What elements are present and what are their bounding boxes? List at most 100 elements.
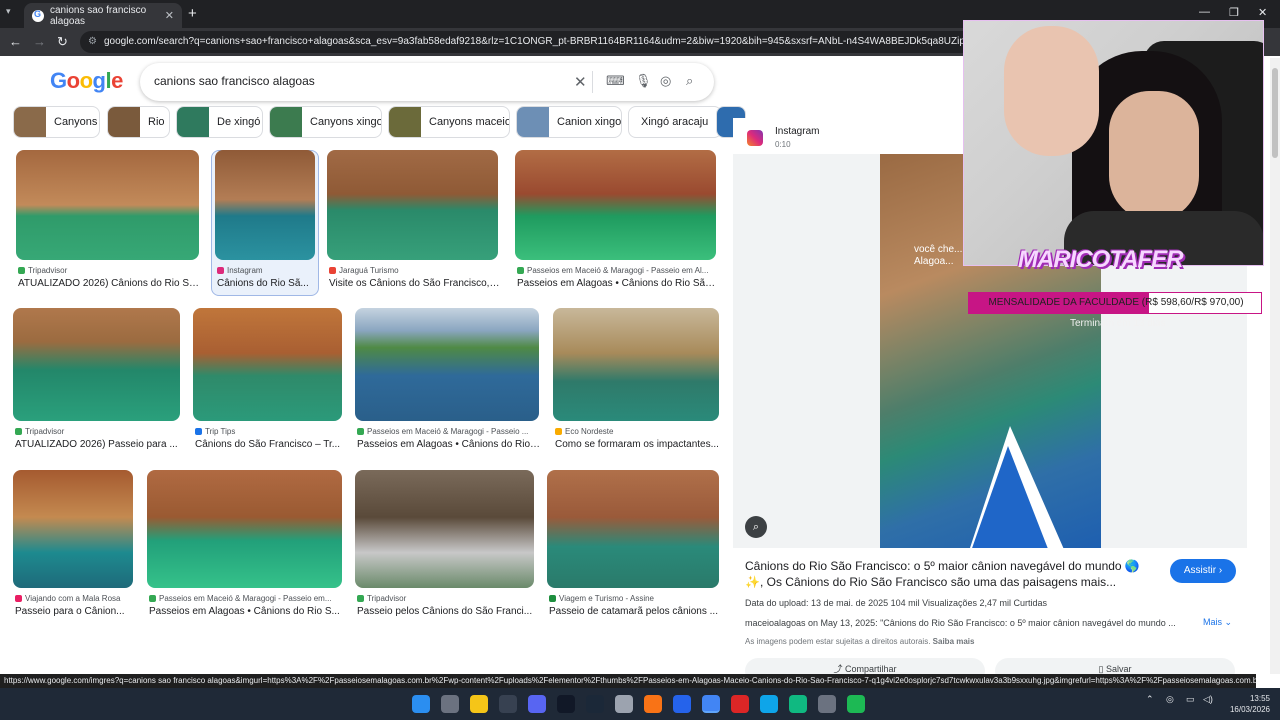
result-thumbnail[interactable]	[13, 470, 133, 588]
page-scrollbar[interactable]	[1270, 58, 1280, 674]
back-icon[interactable]: ←	[9, 34, 22, 49]
file-explorer-icon[interactable]	[470, 695, 488, 713]
result-thumbnail[interactable]	[327, 150, 498, 260]
result-source[interactable]: Viajando com a Mala Rosa	[15, 594, 135, 603]
new-tab-icon[interactable]: +	[188, 5, 197, 22]
opera-icon[interactable]	[731, 695, 749, 713]
start-icon[interactable]	[412, 695, 430, 713]
result-title[interactable]: Passeios em Alagoas • Cânions do Rio São…	[517, 278, 718, 289]
tab-list-icon[interactable]: ▾	[6, 6, 11, 17]
app-icon-green[interactable]	[789, 695, 807, 713]
volume-icon[interactable]: ◁)	[1203, 694, 1213, 705]
keyboard-icon[interactable]: ⌨	[606, 73, 625, 89]
result-thumbnail[interactable]	[553, 308, 719, 421]
chip-canyons-xingo[interactable]: Canyons xingo	[269, 106, 382, 138]
clear-search-icon[interactable]: ✕	[574, 73, 587, 91]
minimize-icon[interactable]: —	[1199, 6, 1210, 18]
search-input[interactable]: canions sao francisco alagoas	[154, 74, 315, 88]
result-title[interactable]: Como se formaram os impactantes...	[555, 439, 721, 450]
steam-icon[interactable]	[586, 695, 604, 713]
search-icon[interactable]: ⌕	[686, 73, 693, 89]
image-result-card[interactable]: Tripadvisor Passeio pelos Cânions do São …	[355, 470, 534, 624]
result-thumbnail[interactable]	[355, 308, 539, 421]
result-source[interactable]: Passeios em Maceió & Maragogi - Passeio …	[357, 427, 541, 436]
image-result-card[interactable]: Viagem e Turismo - Assine Passeio de cata…	[547, 470, 719, 624]
result-title[interactable]: ATUALIZADO 2026) Passeio para ...	[15, 439, 182, 450]
google-logo[interactable]: Google	[50, 68, 123, 94]
chip-rio[interactable]: Rio	[107, 106, 170, 138]
app-icon[interactable]	[499, 695, 517, 713]
result-source[interactable]: Passeios em Maceió & Maragogi - Passeio …	[149, 594, 344, 603]
watch-button[interactable]: Assistir ›	[1170, 559, 1236, 583]
result-source[interactable]: Trip Tips	[195, 427, 344, 436]
browser-tab[interactable]: canions sao francisco alagoas ✕	[24, 3, 182, 28]
app-icon-orange[interactable]	[644, 695, 662, 713]
tray-chevron-icon[interactable]: ⌃	[1146, 694, 1154, 705]
result-thumbnail[interactable]	[147, 470, 342, 588]
result-title[interactable]: ATUALIZADO 2026) Cânions do Rio São...	[18, 278, 201, 289]
image-result-card[interactable]: Passeios em Maceió & Maragogi - Passeio …	[355, 308, 541, 457]
result-source[interactable]: Tripadvisor	[18, 266, 201, 275]
chip-canion-xingo[interactable]: Canion xingo	[516, 106, 622, 138]
result-source[interactable]: Eco Nordeste	[555, 427, 721, 436]
result-thumbnail[interactable]	[13, 308, 180, 421]
image-result-card[interactable]: Instagram Cânions do Rio Sã...	[215, 150, 315, 296]
result-title[interactable]: Visite os Cânions do São Francisco, ...	[329, 278, 500, 289]
image-result-card[interactable]: Eco Nordeste Como se formaram os impactan…	[553, 308, 719, 457]
result-source[interactable]: Jaraguá Turismo	[329, 266, 500, 275]
result-title[interactable]: Passeio pelos Cânions do São Franci...	[357, 606, 536, 617]
image-result-card[interactable]: Passeios em Maceió & Maragogi - Passeio …	[147, 470, 342, 624]
chip-xingo-aracaju[interactable]: Xingó aracaju	[628, 106, 722, 138]
result-thumbnail[interactable]	[547, 470, 719, 588]
image-result-card[interactable]: Tripadvisor ATUALIZADO 2026) Cânions do R…	[16, 150, 201, 296]
result-title[interactable]: Passeio de catamarã pelos cânions ...	[549, 606, 721, 617]
chip-de-xingo[interactable]: De xingó	[176, 106, 263, 138]
result-thumbnail[interactable]	[16, 150, 199, 260]
app-icon-blue[interactable]	[673, 695, 691, 713]
spotify-icon[interactable]	[847, 695, 865, 713]
more-link[interactable]: Mais ⌄	[1203, 617, 1232, 628]
chrome-icon[interactable]	[702, 695, 720, 713]
discord-icon[interactable]	[528, 695, 546, 713]
panel-title[interactable]: Cânions do Rio São Francisco: o 5º maior…	[745, 558, 1155, 590]
result-thumbnail[interactable]	[193, 308, 342, 421]
voice-search-icon[interactable]: 🎙	[635, 73, 652, 89]
site-info-icon[interactable]: ⚙	[88, 31, 97, 53]
forward-icon[interactable]: →	[33, 34, 46, 49]
settings-icon[interactable]	[818, 695, 836, 713]
edge-icon[interactable]	[760, 695, 778, 713]
network-icon[interactable]: ▭	[1186, 694, 1195, 705]
chip-canyons[interactable]: Canyons	[13, 106, 100, 138]
result-source[interactable]: Tripadvisor	[15, 427, 182, 436]
result-title[interactable]: Cânions do São Francisco – Tr...	[195, 439, 344, 450]
lens-icon[interactable]: ⌕	[745, 516, 767, 538]
result-source[interactable]: Tripadvisor	[357, 594, 536, 603]
window-close-icon[interactable]: ✕	[1258, 6, 1267, 19]
image-result-card[interactable]: Viajando com a Mala Rosa Passeio para o C…	[13, 470, 133, 624]
result-title[interactable]: Passeios em Alagoas • Cânions do Rio S..…	[149, 606, 344, 617]
result-source[interactable]: Passeios em Maceió & Maragogi - Passeio …	[517, 266, 718, 275]
result-source[interactable]: Instagram	[217, 266, 317, 275]
reload-icon[interactable]: ↻	[57, 34, 68, 50]
epic-games-icon[interactable]	[557, 695, 575, 713]
url-field[interactable]: ⚙ google.com/search?q=canions+sao+franci…	[80, 31, 980, 53]
result-title[interactable]: Cânions do Rio Sã...	[217, 278, 317, 289]
panel-source-name[interactable]: Instagram	[775, 126, 819, 137]
image-result-card[interactable]: Tripadvisor ATUALIZADO 2026) Passeio para…	[13, 308, 180, 457]
image-result-card[interactable]: Passeios em Maceió & Maragogi - Passeio …	[515, 150, 718, 296]
tray-app-icon[interactable]: ◎	[1166, 694, 1174, 705]
result-title[interactable]: Passeio para o Cânion...	[15, 606, 135, 617]
result-source[interactable]: Viagem e Turismo - Assine	[549, 594, 721, 603]
result-thumbnail[interactable]	[515, 150, 716, 260]
scrollbar-thumb[interactable]	[1272, 68, 1278, 158]
maximize-icon[interactable]: ❐	[1229, 6, 1239, 19]
result-thumbnail[interactable]	[355, 470, 534, 588]
lens-search-icon[interactable]: ◎	[660, 73, 671, 89]
chip-canyons-maceio[interactable]: Canyons maceio	[388, 106, 510, 138]
result-title[interactable]: Passeios em Alagoas • Cânions do Rio ...	[357, 439, 541, 450]
obs-icon[interactable]	[615, 695, 633, 713]
tab-close-icon[interactable]: ✕	[165, 9, 174, 22]
task-view-icon[interactable]	[441, 695, 459, 713]
result-thumbnail[interactable]	[215, 150, 315, 260]
system-clock[interactable]: 13:55 16/03/2026	[1230, 693, 1270, 715]
